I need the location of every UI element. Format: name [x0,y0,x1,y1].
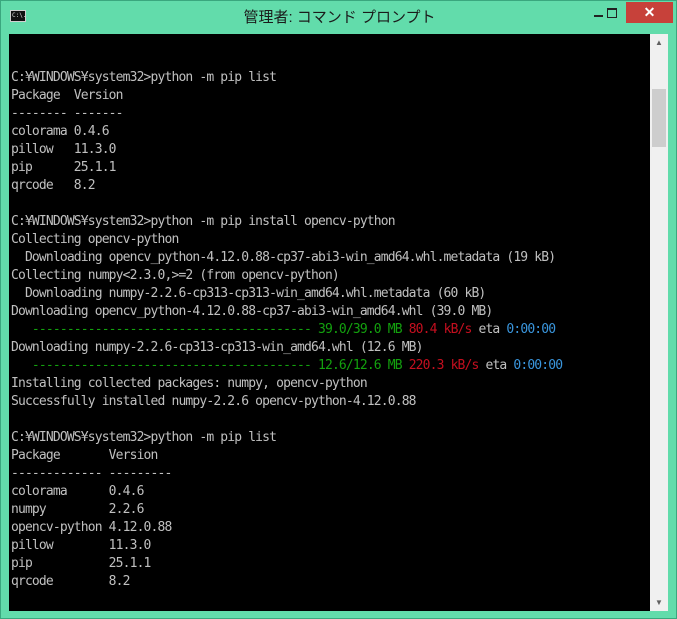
chevron-down-icon: ▼ [655,598,663,607]
scroll-down-button[interactable]: ▼ [650,594,668,611]
console-text-segment [402,322,409,337]
scroll-thumb[interactable] [652,89,666,147]
console-text-segment: Installing collected packages: numpy, op… [11,376,368,391]
close-icon: ✕ [643,4,656,20]
console-text-segment: pip 25.1.1 [11,556,151,571]
console-line: Collecting opencv-python [11,231,562,249]
console-line: pillow 11.3.0 [11,537,562,555]
console-text-segment: C:¥WINDOWS¥system32>python -m pip instal… [11,214,396,229]
console-text-segment: colorama 0.4.6 [11,124,110,139]
console-text-segment: C:¥WINDOWS¥system32> [11,610,151,611]
console-line: Successfully installed numpy-2.2.6 openc… [11,393,562,411]
console-text-segment: Downloading opencv_python-4.12.0.88-cp37… [11,250,556,265]
console-line: ------------- --------- [11,465,562,483]
console-line: C:¥WINDOWS¥system32>python -m pip instal… [11,213,562,231]
console-text-segment: pip 25.1.1 [11,160,117,175]
title-bar[interactable]: C:\. 管理者: コマンド プロンプト ✕ [1,1,676,34]
console-text-segment: eta [478,358,514,373]
console-line: Installing collected packages: numpy, op… [11,375,562,393]
console-line: ----------------------------------------… [11,321,562,339]
console-text-segment: C:¥WINDOWS¥system32>python -m pip list [11,430,277,445]
console-text-segment: ------------- --------- [11,466,172,481]
console-text-segment: pillow 11.3.0 [11,142,117,157]
console-line: Downloading numpy-2.2.6-cp313-cp313-win_… [11,285,562,303]
console-text-segment: colorama 0.4.6 [11,484,144,499]
console-line: pip 25.1.1 [11,159,562,177]
window-title: 管理者: コマンド プロンプト [243,9,436,26]
command-prompt-window: C:\. 管理者: コマンド プロンプト ✕ C:¥WINDOWS¥system… [0,0,677,619]
console-line: Downloading numpy-2.2.6-cp313-cp313-win_… [11,339,562,357]
console-line: qrcode 8.2 [11,573,562,591]
console-text-segment: Downloading numpy-2.2.6-cp313-cp313-win_… [11,286,486,301]
console-text-segment: Package Version [11,448,158,463]
console-line: C:¥WINDOWS¥system32>python -m pip list [11,69,562,87]
console-line: numpy 2.2.6 [11,501,562,519]
console-output[interactable]: C:¥WINDOWS¥system32>python -m pip list Pa… [9,34,650,611]
console-text-segment: Downloading opencv_python-4.12.0.88-cp37… [11,304,493,319]
console-line: pip 25.1.1 [11,555,562,573]
console-line: opencv-python 4.12.0.88 [11,519,562,537]
chevron-up-icon: ▲ [655,38,663,47]
console-line: Collecting numpy<2.3.0,>=2 (from opencv-… [11,267,562,285]
console-text-segment: 0:00:00 [506,322,556,337]
console-text-segment: Package Version [11,88,123,103]
console-line: C:¥WINDOWS¥system32>python -m pip list [11,429,562,447]
console-text-segment: qrcode 8.2 [11,574,130,589]
console-text-segment: Successfully installed numpy-2.2.6 openc… [11,394,417,409]
console-line: colorama 0.4.6 [11,123,562,141]
console-text-segment [402,358,409,373]
console-text-segment: 12.6/12.6 MB [317,358,403,373]
console-line: Package Version [11,447,562,465]
console-text-segment: 39.0/39.0 MB [317,322,403,337]
console-text-segment: eta [471,322,507,337]
console-text-segment: C:¥WINDOWS¥system32>python -m pip list [11,70,277,85]
scroll-up-button[interactable]: ▲ [650,34,668,51]
maximize-icon [607,7,617,18]
console-line: ----------------------------------------… [11,357,563,375]
console-text-segment: -------- ------- [11,106,123,121]
console-line: Downloading opencv_python-4.12.0.88-cp37… [11,249,562,267]
console-line: qrcode 8.2 [11,177,562,195]
console-text-segment: 80.4 kB/s [408,322,473,337]
console-text-segment: Downloading numpy-2.2.6-cp313-cp313-win_… [11,340,423,355]
console-text-segment: Collecting numpy<2.3.0,>=2 (from opencv-… [11,268,340,283]
console-text-segment: opencv-python 4.12.0.88 [11,520,172,535]
console-text-segment: ---------------------------------------- [11,322,318,337]
close-button[interactable]: ✕ [626,2,673,23]
console-line: Package Version [11,87,562,105]
console-line: -------- ------- [11,105,562,123]
console-line: C:¥WINDOWS¥system32> [11,609,562,611]
console-text-segment: 0:00:00 [513,358,563,373]
console-lines: C:¥WINDOWS¥system32>python -m pip list Pa… [11,51,563,611]
console-text-segment: ---------------------------------------- [11,358,318,373]
console-text-segment: Collecting opencv-python [11,232,179,247]
console-line: Downloading opencv_python-4.12.0.88-cp37… [11,303,562,321]
console-text-segment: qrcode 8.2 [11,178,96,193]
console-line: colorama 0.4.6 [11,483,562,501]
maximize-button[interactable] [599,2,625,23]
console-text-segment: numpy 2.2.6 [11,502,144,517]
console-text-segment: pillow 11.3.0 [11,538,151,553]
console-text-segment: 220.3 kB/s [408,358,480,373]
console-line: pillow 11.3.0 [11,141,562,159]
vertical-scrollbar[interactable]: ▲ ▼ [650,34,668,611]
